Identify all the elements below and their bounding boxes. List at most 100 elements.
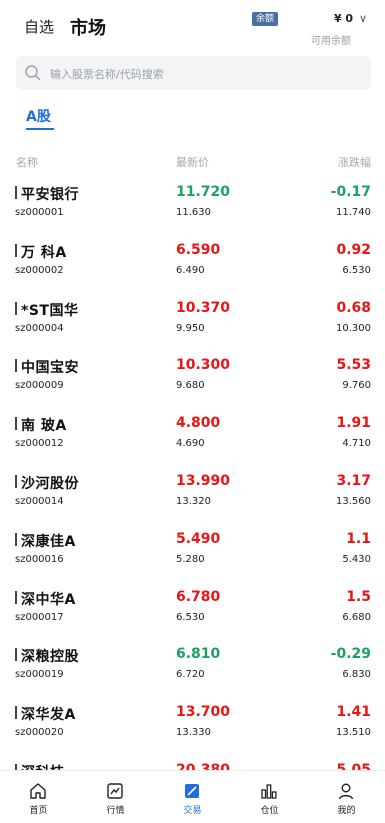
- change-value: 1.91: [336, 415, 371, 432]
- user-icon: [338, 783, 354, 800]
- tab-label: 首页: [29, 806, 48, 816]
- prev-price: 9.950: [176, 322, 205, 334]
- prev-price: 13.330: [176, 727, 211, 739]
- row-marker: [15, 301, 17, 315]
- stock-row[interactable]: 深中华A sz000017 6.780 6.530 1.5 6.680: [0, 577, 385, 635]
- row-marker: [15, 532, 17, 546]
- ref-price: 11.740: [336, 207, 371, 218]
- stock-name: 深华发A: [21, 707, 76, 724]
- stock-row[interactable]: *ST国华 sz000004 10.370 9.950 0.68 10.300: [0, 288, 385, 346]
- row-marker: [15, 243, 17, 257]
- latest-price: 11.720: [176, 184, 231, 200]
- bar-chart-icon: [261, 784, 277, 799]
- prev-price: 6.720: [176, 669, 205, 681]
- tab-label: 我的: [337, 806, 356, 816]
- latest-price: 10.370: [176, 299, 231, 316]
- latest-price: 6.810: [176, 646, 221, 663]
- stock-name: 深粮控股: [21, 649, 79, 666]
- bottom-tab-bar: 首页 行情 交易 仓位 我的: [0, 770, 385, 823]
- change-value: 1.1: [346, 530, 371, 547]
- row-marker: [15, 706, 17, 720]
- tab-positions[interactable]: 仓位: [231, 771, 308, 823]
- stock-code: sz000017: [15, 611, 64, 623]
- latest-price: 4.800: [176, 415, 221, 432]
- stock-name: *ST国华: [21, 302, 79, 319]
- ref-price: 9.760: [342, 380, 371, 392]
- tab-market[interactable]: 市场: [70, 14, 106, 40]
- tab-quotes[interactable]: 行情: [77, 771, 154, 823]
- ref-price: 13.510: [336, 727, 371, 739]
- tab-label: 交易: [183, 806, 202, 816]
- home-icon: [30, 783, 46, 799]
- row-marker: [15, 590, 17, 604]
- ref-price: 6.530: [342, 264, 371, 276]
- prev-price: 11.630: [176, 207, 211, 218]
- stock-code: sz000004: [15, 322, 64, 334]
- stock-code: sz000020: [15, 727, 64, 739]
- tab-label: 仓位: [260, 806, 279, 816]
- stock-row[interactable]: 万 科A sz000002 6.590 6.490 0.92 6.530: [0, 230, 385, 288]
- ref-price: 10.300: [336, 322, 371, 334]
- stock-row[interactable]: 深科技 sz000021 20.380 5.05: [0, 750, 385, 772]
- chevron-down-icon[interactable]: ∨: [359, 12, 367, 25]
- latest-price: 10.300: [176, 357, 231, 374]
- stock-code: sz000009: [15, 380, 64, 392]
- row-marker: [15, 186, 17, 199]
- top-header: 自选 市场 余额 ¥ 0 ∨ 可用余额: [0, 0, 385, 50]
- change-value: 0.68: [336, 299, 371, 316]
- ref-price: 5.430: [342, 553, 371, 565]
- change-value: 1.5: [346, 588, 371, 605]
- search-input[interactable]: 输入股票名称/代码搜索: [16, 56, 371, 90]
- prev-price: 6.530: [176, 611, 205, 623]
- stock-row[interactable]: 平安银行 sz000001 11.720 11.630 -0.17 11.740: [0, 172, 385, 230]
- column-header-name: 名称: [16, 156, 38, 169]
- column-header-latest: 最新价: [176, 156, 209, 169]
- stock-row[interactable]: 深粮控股 sz000019 6.810 6.720 -0.29 6.830: [0, 634, 385, 692]
- tab-label: 行情: [106, 806, 125, 816]
- latest-price: 6.590: [176, 241, 221, 258]
- stock-row[interactable]: 南 玻A sz000012 4.800 4.690 1.91 4.710: [0, 403, 385, 461]
- row-marker: [15, 648, 17, 662]
- stock-code: sz000012: [15, 438, 64, 450]
- stock-row[interactable]: 中国宝安 sz000009 10.300 9.680 5.53 9.760: [0, 345, 385, 403]
- stock-name: 万 科A: [21, 244, 67, 261]
- tab-profile[interactable]: 我的: [308, 771, 385, 823]
- tab-a-shares[interactable]: A股: [26, 106, 51, 126]
- tab-trade[interactable]: 交易: [154, 771, 231, 823]
- change-value: 3.17: [336, 472, 371, 489]
- stock-code: sz000016: [15, 553, 64, 565]
- ref-price: 4.710: [342, 438, 371, 450]
- tab-watchlist[interactable]: 自选: [24, 16, 54, 37]
- latest-price: 13.700: [176, 704, 231, 721]
- tab-home[interactable]: 首页: [0, 771, 77, 823]
- chart-icon: [107, 783, 123, 799]
- prev-price: 6.490: [176, 264, 205, 276]
- latest-price: 13.990: [176, 472, 231, 489]
- stock-name: 平安银行: [21, 187, 79, 203]
- balance-amount[interactable]: ¥ 0 ∨: [334, 12, 367, 25]
- stock-code: sz000001: [15, 207, 64, 218]
- change-value: 0.92: [336, 241, 371, 258]
- stock-row[interactable]: 沙河股份 sz000014 13.990 13.320 3.17 13.560: [0, 461, 385, 519]
- active-tab-indicator: [26, 128, 54, 130]
- row-marker: [15, 474, 17, 488]
- ref-price: 6.680: [342, 611, 371, 623]
- stock-code: sz000019: [15, 669, 64, 681]
- stock-name: 南 玻A: [21, 418, 67, 435]
- stock-row[interactable]: 深华发A sz000020 13.700 13.330 1.41 13.510: [0, 692, 385, 750]
- balance-label: 可用余额: [311, 36, 351, 47]
- change-value: -0.17: [330, 184, 371, 200]
- stock-row[interactable]: 深康佳A sz000016 5.490 5.280 1.1 5.430: [0, 519, 385, 577]
- stock-name: 中国宝安: [21, 360, 79, 377]
- stock-list[interactable]: 平安银行 sz000001 11.720 11.630 -0.17 11.740…: [0, 172, 385, 772]
- latest-price: 5.490: [176, 530, 221, 547]
- row-marker: [15, 359, 17, 373]
- prev-price: 5.280: [176, 553, 205, 565]
- ref-price: 6.830: [342, 669, 371, 681]
- prev-price: 9.680: [176, 380, 205, 392]
- prev-price: 13.320: [176, 495, 211, 507]
- stock-name: 深中华A: [21, 591, 76, 608]
- row-marker: [15, 417, 17, 431]
- balance-value: ¥ 0: [333, 12, 354, 25]
- trade-icon: [185, 784, 199, 798]
